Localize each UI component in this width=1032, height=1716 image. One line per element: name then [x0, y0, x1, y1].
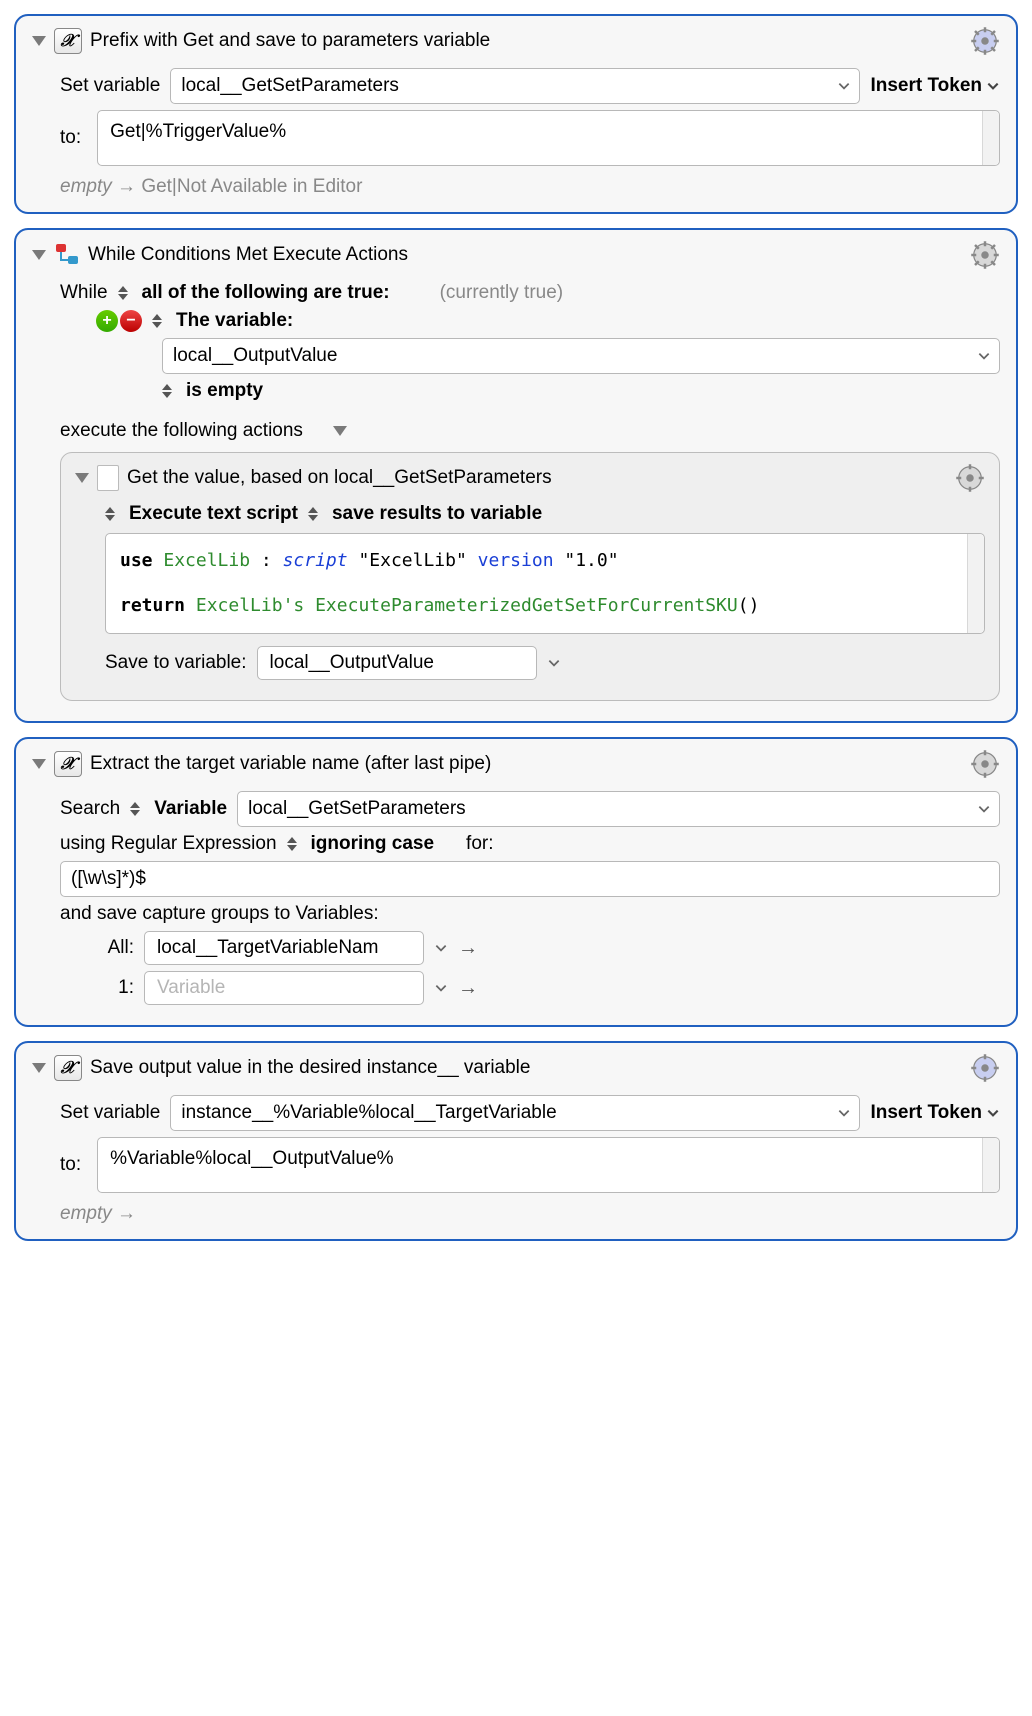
disclosure-triangle-icon[interactable]	[32, 250, 46, 260]
save-to-combo[interactable]	[257, 646, 537, 680]
nested-action-script: Get the value, based on local__GetSetPar…	[60, 452, 1000, 701]
execute-label: execute the following actions	[60, 420, 303, 442]
remove-condition-button[interactable]: −	[120, 310, 142, 332]
gear-icon[interactable]	[970, 240, 1000, 270]
action-set-variable-1: 𝒳 Prefix with Get and save to parameters…	[14, 14, 1018, 214]
to-label: to:	[60, 110, 85, 166]
the-variable-label: The variable:	[176, 310, 293, 332]
gear-icon[interactable]	[970, 749, 1000, 779]
stepper[interactable]	[308, 507, 322, 521]
action-title: Prefix with Get and save to parameters v…	[90, 30, 962, 52]
variable-name-combo[interactable]	[170, 1095, 860, 1131]
disclosure-triangle-icon[interactable]	[32, 1063, 46, 1073]
save-to-input[interactable]	[268, 651, 530, 675]
capture-all-input[interactable]	[155, 936, 417, 960]
script-icon	[97, 465, 119, 491]
chevron-down-icon	[986, 1106, 1000, 1120]
capture-1-combo[interactable]	[144, 971, 424, 1005]
while-label: While	[60, 282, 108, 304]
disclosure-triangle-icon[interactable]	[32, 759, 46, 769]
add-condition-button[interactable]: +	[96, 310, 118, 332]
chevron-down-icon	[837, 1106, 851, 1120]
chevron-down-icon	[837, 79, 851, 93]
variable-name-input[interactable]	[179, 74, 837, 98]
stepper[interactable]	[118, 286, 132, 300]
using-regex-label: using Regular Expression	[60, 833, 277, 855]
chevron-down-icon[interactable]	[547, 656, 561, 670]
disclosure-triangle-icon[interactable]	[32, 36, 46, 46]
variable-name-input[interactable]	[179, 1101, 837, 1125]
ignoring-case: ignoring case	[311, 833, 435, 855]
action-search-variable: 𝒳 Extract the target variable name (afte…	[14, 737, 1018, 1027]
arrow-icon: →	[458, 937, 478, 960]
is-empty-label: is empty	[186, 380, 263, 402]
capture-all-combo[interactable]	[144, 931, 424, 965]
insert-token-button[interactable]: Insert Token	[870, 1102, 1000, 1124]
stepper[interactable]	[287, 837, 301, 851]
execute-script-label: Execute text script	[129, 503, 298, 525]
regex-input-wrap[interactable]	[60, 861, 1000, 897]
variable-icon: 𝒳	[54, 1055, 82, 1081]
search-variable-combo[interactable]	[237, 791, 1000, 827]
variable-icon: 𝒳	[54, 28, 82, 54]
chevron-down-icon	[977, 802, 991, 816]
nested-title: Get the value, based on local__GetSetPar…	[127, 467, 947, 489]
action-set-variable-2: 𝒳 Save output value in the desired insta…	[14, 1041, 1018, 1241]
gear-icon[interactable]	[970, 1053, 1000, 1083]
action-while: While Conditions Met Execute Actions Whi…	[14, 228, 1018, 723]
variable-icon: 𝒳	[54, 751, 82, 777]
save-captures-label: and save capture groups to Variables:	[60, 903, 379, 925]
for-label: for:	[466, 833, 493, 855]
search-variable-input[interactable]	[246, 797, 977, 821]
save-results-label: save results to variable	[332, 503, 542, 525]
arrow-icon: →	[458, 977, 478, 1000]
chevron-down-icon[interactable]	[434, 941, 448, 955]
insert-token-button[interactable]: Insert Token	[870, 75, 1000, 97]
one-label: 1:	[100, 977, 134, 999]
value-textarea[interactable]: Get|%TriggerValue%	[97, 110, 1000, 166]
action-title: While Conditions Met Execute Actions	[88, 244, 962, 266]
save-to-label: Save to variable:	[105, 652, 247, 674]
condition-variable-combo[interactable]	[162, 338, 1000, 374]
empty-hint: empty → Get|Not Available in Editor	[60, 176, 1000, 198]
script-textarea[interactable]: use ExcelLib : script "ExcelLib" version…	[105, 533, 985, 634]
disclosure-triangle-icon[interactable]	[75, 473, 89, 483]
all-following: all of the following are true:	[142, 282, 390, 304]
set-variable-label: Set variable	[60, 75, 160, 97]
to-label: to:	[60, 1137, 85, 1193]
set-variable-label: Set variable	[60, 1102, 160, 1124]
gear-icon[interactable]	[955, 463, 985, 493]
chevron-down-icon[interactable]	[434, 981, 448, 995]
variable-word: Variable	[154, 798, 227, 820]
disclosure-triangle-icon[interactable]	[333, 426, 347, 436]
action-title: Extract the target variable name (after …	[90, 753, 962, 775]
capture-1-input[interactable]	[155, 976, 417, 1000]
stepper[interactable]	[130, 802, 144, 816]
variable-name-combo[interactable]	[170, 68, 860, 104]
value-textarea[interactable]: %Variable%local__OutputValue%	[97, 1137, 1000, 1193]
regex-input[interactable]	[69, 867, 991, 891]
currently-true: (currently true)	[440, 282, 564, 304]
empty-hint: empty →	[60, 1203, 1000, 1225]
flow-icon	[54, 242, 80, 268]
stepper[interactable]	[152, 314, 166, 328]
chevron-down-icon	[986, 79, 1000, 93]
condition-variable-input[interactable]	[171, 344, 977, 368]
search-label: Search	[60, 798, 120, 820]
action-title: Save output value in the desired instanc…	[90, 1057, 962, 1079]
all-label: All:	[100, 937, 134, 959]
gear-icon[interactable]	[970, 26, 1000, 56]
stepper[interactable]	[105, 507, 119, 521]
chevron-down-icon	[977, 349, 991, 363]
stepper[interactable]	[162, 384, 176, 398]
